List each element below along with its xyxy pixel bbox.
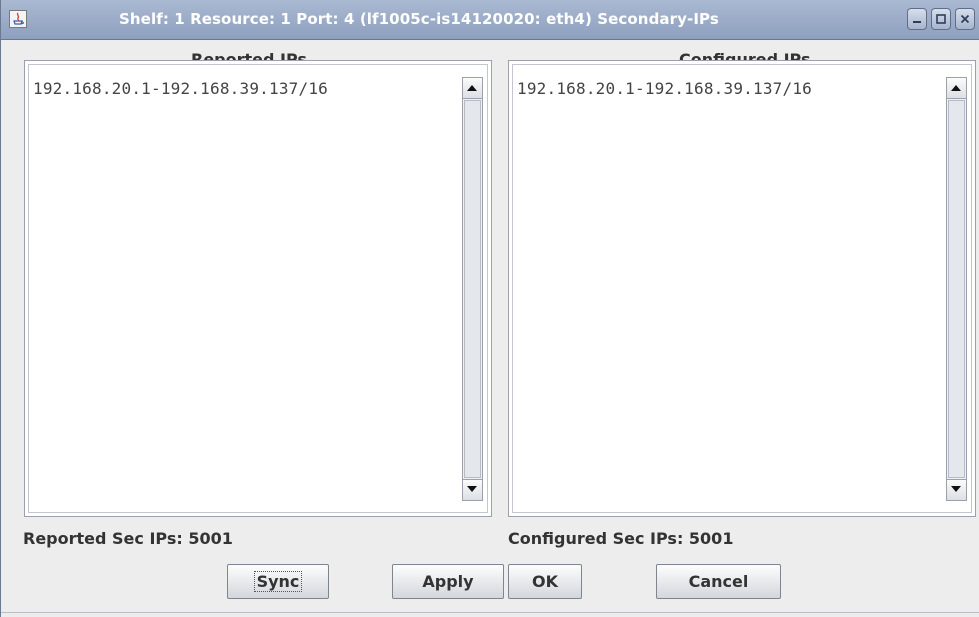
reported-ips-scrollbar[interactable]	[462, 77, 483, 501]
configured-ips-list[interactable]: 192.168.20.1-192.168.39.137/16	[508, 60, 976, 517]
ok-button[interactable]: OK	[508, 564, 582, 599]
reported-ips-list-body: 192.168.20.1-192.168.39.137/16	[28, 64, 488, 513]
cancel-button[interactable]: Cancel	[656, 564, 781, 599]
reported-sec-ips-count: Reported Sec IPs: 5001	[23, 529, 233, 548]
title-bar[interactable]: Shelf: 1 Resource: 1 Port: 4 (lf1005c-is…	[1, 0, 979, 40]
configured-sec-ips-count: Configured Sec IPs: 5001	[508, 529, 734, 548]
cancel-button-label: Cancel	[688, 572, 749, 591]
scroll-up-button[interactable]	[947, 78, 966, 99]
java-app-icon[interactable]	[9, 10, 27, 28]
sync-button-label: Sync	[253, 571, 303, 592]
close-icon	[960, 14, 970, 24]
maximize-button[interactable]	[931, 8, 951, 30]
sync-button[interactable]: Sync	[227, 564, 329, 599]
window-title: Shelf: 1 Resource: 1 Port: 4 (lf1005c-is…	[119, 10, 719, 28]
ok-button-label: OK	[532, 572, 558, 591]
reported-ips-list[interactable]: 192.168.20.1-192.168.39.137/16	[24, 60, 492, 517]
minimize-button[interactable]	[907, 8, 927, 30]
scrollbar-thumb[interactable]	[464, 100, 481, 478]
apply-button-label: Apply	[422, 572, 474, 591]
list-item[interactable]: 192.168.20.1-192.168.39.137/16	[33, 79, 328, 98]
scroll-up-arrow-icon	[951, 85, 961, 91]
minimize-icon	[913, 21, 921, 23]
apply-button[interactable]: Apply	[392, 564, 504, 599]
secondary-ips-window: Shelf: 1 Resource: 1 Port: 4 (lf1005c-is…	[0, 0, 979, 617]
configured-ips-list-body: 192.168.20.1-192.168.39.137/16	[512, 64, 972, 513]
maximize-icon	[936, 14, 946, 24]
scroll-down-button[interactable]	[463, 479, 482, 500]
configured-ips-scrollbar[interactable]	[946, 77, 967, 501]
scroll-down-arrow-icon	[467, 486, 477, 492]
scroll-down-arrow-icon	[951, 486, 961, 492]
close-button[interactable]	[955, 8, 975, 30]
scrollbar-thumb[interactable]	[948, 100, 965, 478]
window-bottom-divider	[1, 612, 979, 613]
scroll-up-arrow-icon	[467, 85, 477, 91]
list-item[interactable]: 192.168.20.1-192.168.39.137/16	[517, 79, 812, 98]
scroll-down-button[interactable]	[947, 479, 966, 500]
scroll-up-button[interactable]	[463, 78, 482, 99]
